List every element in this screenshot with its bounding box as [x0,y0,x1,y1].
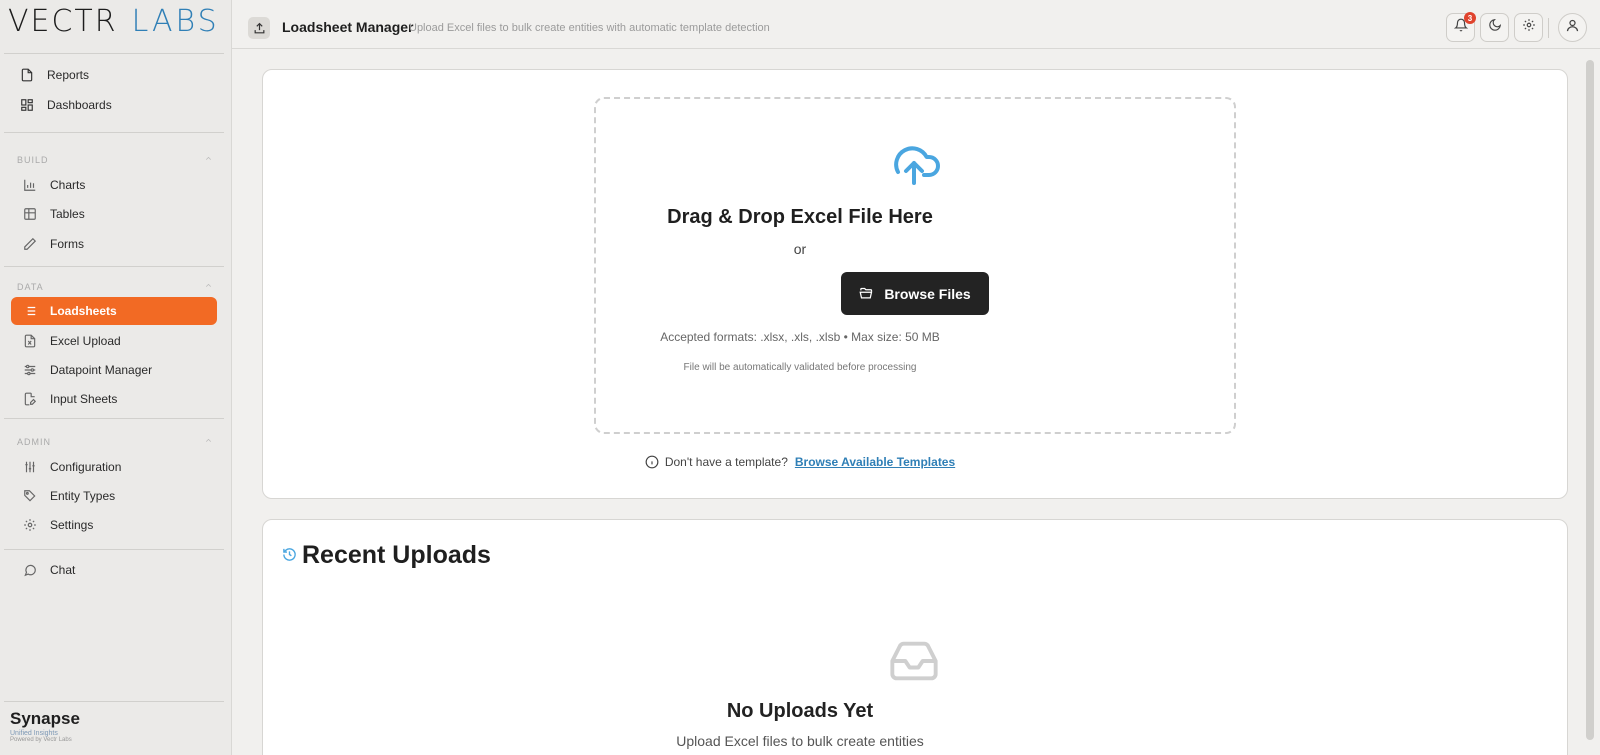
template-prompt-row: Don't have a template? Browse Available … [0,455,1600,469]
section-title: ADMIN [17,436,51,447]
browse-files-label: Browse Files [884,285,971,302]
file-icon [19,67,35,83]
sidebar-divider [4,266,224,267]
sidebar-item-label: Loadsheets [50,304,117,318]
upload-icon [248,17,270,39]
page-subtitle: Upload Excel files to bulk create entiti… [409,22,770,34]
empty-state-title: No Uploads Yet [726,700,874,722]
gear-icon [1522,18,1536,37]
theme-toggle-button[interactable] [1480,13,1509,42]
user-avatar-button[interactable] [1558,13,1587,42]
info-icon [645,455,659,469]
sidebar-item-loadsheets[interactable]: Loadsheets [11,297,217,325]
top-header: Loadsheet Manager Upload Excel files to … [232,0,1600,49]
folder-open-icon [859,286,874,301]
sidebar-item-chat[interactable]: Chat [11,556,217,584]
sidebar-item-settings[interactable]: Settings [11,511,217,539]
user-icon [1565,18,1580,38]
tag-icon [22,488,38,504]
section-header-admin[interactable]: ADMIN [17,436,213,447]
sidebar-item-label: Input Sheets [50,392,118,406]
validation-note: File will be automatically validated bef… [683,362,917,373]
browse-templates-link[interactable]: Browse Available Templates [795,455,955,469]
logo-text-vectr: VECTR [8,3,118,39]
history-icon [282,547,297,567]
sidebar-item-label: Entity Types [50,489,116,503]
notification-badge: 3 [1464,12,1476,24]
bar-chart-icon [22,177,38,193]
list-icon [22,303,38,319]
empty-state-subtitle: Upload Excel files to bulk create entiti… [676,733,924,749]
sidebar-item-label: Reports [47,68,90,82]
sidebar-divider [4,53,224,54]
header-separator [1548,18,1549,38]
chevron-up-icon [204,436,213,447]
sidebar-divider [4,132,224,133]
sidebar-item-label: Chat [50,563,76,577]
vectr-labs-logo[interactable]: VECTR LABS [8,3,220,39]
inbox-icon [888,635,940,692]
gear-icon [22,517,38,533]
chat-icon [22,562,38,578]
cloud-upload-icon [888,141,940,190]
grid-icon [19,97,35,113]
accepted-formats-text: Accepted formats: .xlsx, .xls, .xlsb • M… [660,330,940,344]
browse-files-button[interactable]: Browse Files [841,272,989,315]
sidebar-divider [4,418,224,419]
page-title: Loadsheet Manager [282,19,414,35]
sidebar-item-label: Settings [50,518,94,532]
sidebar-divider [4,549,224,550]
sidebar-item-input-sheets[interactable]: Input Sheets [11,385,217,413]
moon-icon [1488,18,1502,37]
template-prompt-text: Don't have a template? [664,455,788,469]
recent-uploads-title: Recent Uploads [302,541,491,569]
sidebar-item-entity-types[interactable]: Entity Types [11,482,217,510]
sidebar-item-reports[interactable]: Reports [11,61,217,89]
section-header-build[interactable]: BUILD [17,154,213,165]
section-title: DATA [17,281,44,292]
dropzone-title: Drag & Drop Excel File Here [667,206,933,228]
section-header-data[interactable]: DATA [17,281,213,292]
section-title: BUILD [17,154,49,165]
dropzone-or-text: or [793,241,807,257]
chevron-up-icon [204,154,213,165]
settings-button[interactable] [1514,13,1543,42]
notifications-button[interactable]: 3 [1446,12,1476,42]
sidebar-item-dashboards[interactable]: Dashboards [11,91,217,119]
sidebar-item-label: Charts [50,178,86,192]
edit-file-icon [22,391,38,407]
sidebar-item-charts[interactable]: Charts [11,171,217,199]
chevron-up-icon [204,281,213,292]
sidebar: VECTR LABS Reports Dashboards BUILD Char… [0,0,232,755]
sidebar-item-label: Dashboards [47,98,112,112]
main-scrollbar[interactable] [1586,60,1594,740]
logo-text-labs: LABS [131,3,220,39]
